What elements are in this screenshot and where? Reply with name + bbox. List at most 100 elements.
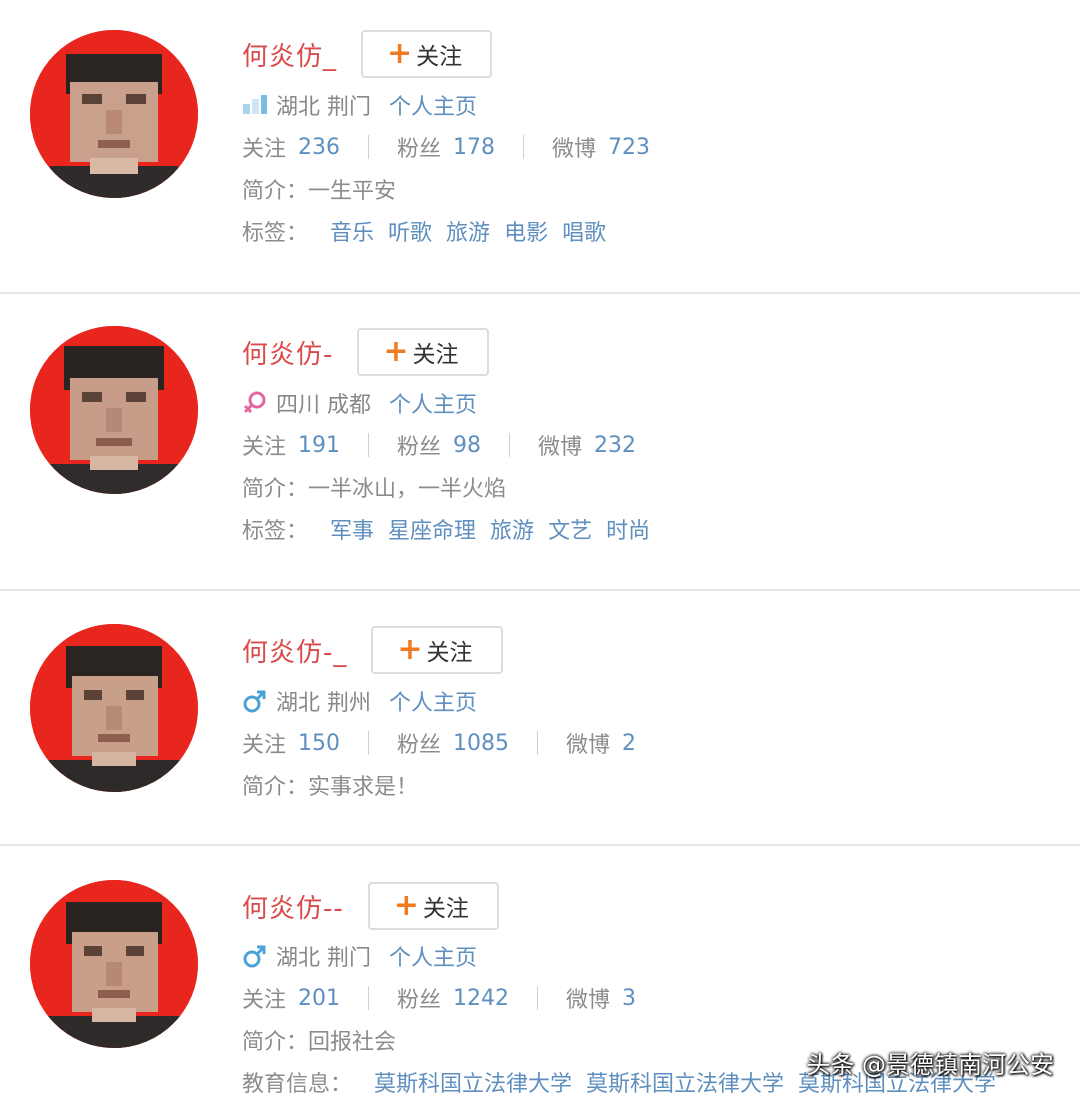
following-label: 关注 [242, 733, 287, 758]
divider [523, 135, 525, 159]
follow-label: 关注 [422, 896, 469, 922]
bio-label: 简介： [242, 179, 309, 204]
location-row: 湖北 荆门 个人主页 [242, 939, 477, 973]
male-icon [243, 945, 266, 968]
follow-button[interactable]: + 关注 [361, 30, 493, 78]
tag-link[interactable]: 星座命理 [388, 513, 476, 545]
location: 湖北 荆门 [276, 95, 371, 120]
fans-label: 粉丝 [397, 435, 442, 460]
profile-name[interactable]: 何炎仿-_ [242, 632, 347, 669]
avatar[interactable] [30, 624, 198, 792]
homepage-link[interactable]: 个人主页 [389, 89, 477, 121]
tag-link[interactable]: 军事 [330, 513, 374, 545]
following-count: 236 [298, 134, 341, 160]
card-divider [0, 589, 1080, 591]
bio-text: 实事求是！ [308, 775, 419, 800]
divider [537, 986, 539, 1010]
weibo-label: 微博 [538, 435, 583, 460]
fans-count: 98 [453, 432, 482, 458]
following-stat[interactable]: 关注 201 [242, 982, 340, 1014]
bio-text: 回报社会 [308, 1030, 397, 1055]
divider [509, 433, 511, 457]
stats-row: 关注 191 粉丝 98 微博 232 [242, 428, 636, 462]
follow-label: 关注 [412, 342, 459, 368]
follow-label: 关注 [416, 44, 463, 70]
following-stat[interactable]: 关注 191 [242, 429, 340, 461]
education-label: 教育信息： [242, 1072, 353, 1097]
follow-button[interactable]: + 关注 [357, 328, 489, 376]
pixelated-face [30, 880, 198, 1048]
weibo-label: 微博 [566, 988, 611, 1013]
follow-label: 关注 [426, 640, 473, 666]
weibo-label: 微博 [552, 137, 597, 162]
tag-link[interactable]: 听歌 [388, 215, 432, 247]
following-count: 201 [298, 985, 341, 1011]
follow-button[interactable]: + 关注 [367, 882, 499, 930]
education-link[interactable]: 莫斯科国立法律大学 [586, 1066, 784, 1098]
profile-name[interactable]: 何炎仿_ [242, 36, 337, 73]
profile-name[interactable]: 何炎仿- [242, 334, 333, 371]
avatar[interactable] [30, 326, 198, 494]
divider [368, 433, 370, 457]
weibo-label: 微博 [566, 733, 611, 758]
watermark: 头条 @景德镇南河公安 [806, 1051, 1054, 1079]
avatar[interactable] [30, 880, 198, 1048]
tag-link[interactable]: 旅游 [490, 513, 534, 545]
following-label: 关注 [242, 137, 287, 162]
weibo-count: 3 [622, 985, 637, 1011]
unknown-gender-icon [243, 95, 267, 114]
tag-link[interactable]: 电影 [504, 215, 548, 247]
avatar[interactable] [30, 30, 198, 198]
tags-row: 标签： 音乐 听歌 旅游 电影 唱歌 [242, 214, 606, 248]
tag-link[interactable]: 文艺 [548, 513, 592, 545]
weibo-count: 232 [594, 432, 637, 458]
tag-link[interactable]: 唱歌 [562, 215, 606, 247]
education-link[interactable]: 莫斯科国立法律大学 [374, 1066, 572, 1098]
plus-icon: + [383, 334, 409, 369]
following-stat[interactable]: 关注 150 [242, 727, 340, 759]
homepage-link[interactable]: 个人主页 [389, 940, 477, 972]
following-count: 191 [298, 432, 341, 458]
bio-label: 简介： [242, 775, 309, 800]
bio-label: 简介： [242, 1030, 309, 1055]
plus-icon: + [393, 888, 419, 923]
fans-stat[interactable]: 粉丝 1242 [397, 982, 509, 1014]
fans-count: 178 [453, 134, 496, 160]
divider [368, 986, 370, 1010]
profile-name[interactable]: 何炎仿-- [242, 888, 344, 925]
weibo-count: 723 [608, 134, 651, 160]
homepage-link[interactable]: 个人主页 [389, 387, 477, 419]
bio-text: 一生平安 [308, 179, 397, 204]
weibo-stat[interactable]: 微博 2 [566, 727, 636, 759]
female-icon [243, 391, 266, 414]
weibo-stat[interactable]: 微博 723 [552, 131, 650, 163]
tag-link[interactable]: 音乐 [330, 215, 374, 247]
location-row: 四川 成都 个人主页 [242, 386, 477, 420]
tag-link[interactable]: 旅游 [446, 215, 490, 247]
location-row: 湖北 荆州 个人主页 [242, 684, 477, 718]
bio-row: 简介： 实事求是！ [242, 768, 418, 802]
divider [368, 135, 370, 159]
fans-stat[interactable]: 粉丝 1085 [397, 727, 509, 759]
weibo-stat[interactable]: 微博 232 [538, 429, 636, 461]
stats-row: 关注 201 粉丝 1242 微博 3 [242, 981, 636, 1015]
weibo-stat[interactable]: 微博 3 [566, 982, 636, 1014]
following-label: 关注 [242, 988, 287, 1013]
stats-row: 关注 150 粉丝 1085 微博 2 [242, 726, 636, 760]
bio-label: 简介： [242, 477, 309, 502]
male-icon [243, 690, 266, 713]
follow-button[interactable]: + 关注 [371, 626, 503, 674]
fans-count: 1242 [453, 985, 510, 1011]
following-stat[interactable]: 关注 236 [242, 131, 340, 163]
location: 湖北 荆州 [276, 691, 371, 716]
divider [368, 731, 370, 755]
location: 四川 成都 [276, 393, 371, 418]
fans-stat[interactable]: 粉丝 178 [397, 131, 495, 163]
tag-link[interactable]: 时尚 [606, 513, 650, 545]
card-divider [0, 292, 1080, 294]
tags-label: 标签： [242, 221, 309, 246]
homepage-link[interactable]: 个人主页 [389, 685, 477, 717]
fans-stat[interactable]: 粉丝 98 [397, 429, 481, 461]
card-divider [0, 844, 1080, 846]
plus-icon: + [397, 632, 423, 667]
